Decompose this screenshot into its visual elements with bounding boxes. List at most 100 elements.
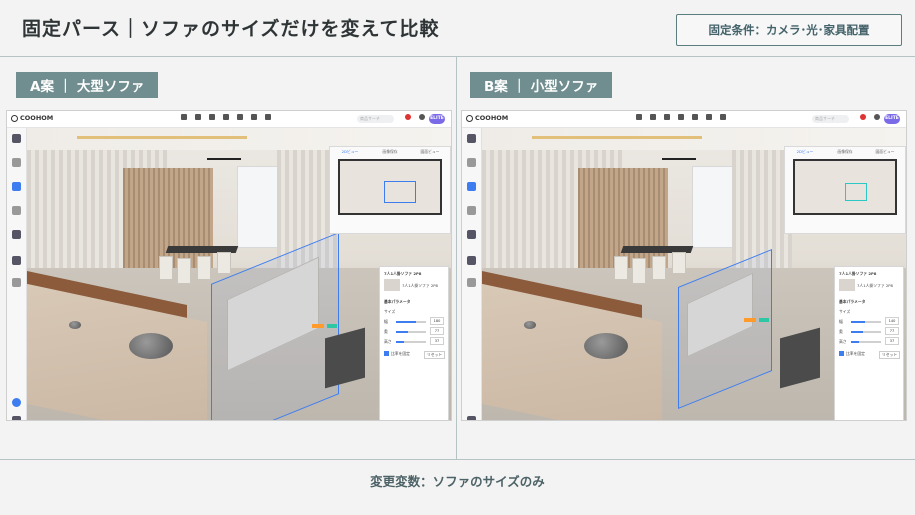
sidebar-gallery-icon[interactable] [12,278,21,287]
dining-chair [197,256,211,280]
panel-divider [456,57,457,459]
product-title: 7人1人掛ソファ 2P8 [384,271,422,276]
rotate-handle[interactable] [759,318,769,322]
dining-chair [672,252,686,274]
window [692,166,734,248]
sidebar-home-icon[interactable] [467,134,476,143]
file-tool-icon[interactable] [179,114,189,124]
measure-tool-icon[interactable] [690,114,700,124]
sidebar-assist-icon[interactable] [467,230,476,239]
height-input[interactable]: 37 [885,337,899,345]
width-input[interactable]: 180 [430,317,444,325]
sidebar-chat-icon[interactable] [12,398,21,407]
page-title: 固定パース｜ソファのサイズだけを変えて比較 [22,18,440,40]
tab-save-image[interactable]: 画像保存 [370,147,410,156]
footer-note: 変更変数：ソファのサイズのみ [370,473,545,489]
view-tool-icon[interactable] [704,114,714,124]
save-tool-icon[interactable] [648,114,658,124]
bowl-object [584,333,628,359]
search-input[interactable]: 商品サーチ [812,115,849,123]
depth-input[interactable]: 77 [430,327,444,335]
dining-chair [159,256,173,280]
search-input[interactable]: 商品サーチ [357,115,394,123]
sidebar-render-icon[interactable] [467,256,476,265]
floorplan-minimap[interactable]: 2Dビュー 画像保存 図面ビュー [784,146,906,234]
height-label: 高さ [839,339,847,344]
app-logo: COOHOM [11,114,53,122]
lock-ratio-checkbox[interactable] [839,351,844,356]
width-label: 幅 [384,319,388,324]
move-handle[interactable] [312,324,324,328]
sidebar-material-icon[interactable] [12,206,21,215]
dining-chair [632,258,646,284]
file-tool-icon[interactable] [634,114,644,124]
redo-tool-icon[interactable] [676,114,686,124]
plan-a-screenshot: COOHOM 商品サーチ ELITE 2Dビュー 画像保存 図面ビュー 7人1人… [6,110,452,421]
plan-a-label: A案 ｜ 大型ソファ [16,72,159,98]
sidebar-light-icon[interactable] [467,158,476,167]
depth-slider[interactable] [851,331,881,333]
sidebar-assist-icon[interactable] [12,230,21,239]
reset-button[interactable]: リセット [424,351,446,359]
height-slider[interactable] [396,341,426,343]
ceiling-light [662,158,696,160]
plan-b-screenshot: COOHOM 商品サーチ ELITE 2Dビュー 画像保存 図面ビュー 7人1人… [461,110,907,421]
section-label: 基本パラメータ [384,299,411,304]
undo-tool-icon[interactable] [662,114,672,124]
height-input[interactable]: 37 [430,337,444,345]
undo-tool-icon[interactable] [207,114,217,124]
save-tool-icon[interactable] [193,114,203,124]
lock-ratio-label: 比率を固定 [391,351,410,356]
elite-badge[interactable]: ELITE [884,114,900,124]
depth-slider[interactable] [396,331,426,333]
sidebar-home-icon[interactable] [12,134,21,143]
tools-tool-icon[interactable] [263,114,273,124]
logo-text: COOHOM [475,114,509,122]
sidebar-material-icon[interactable] [467,206,476,215]
properties-panel: 7人1人掛ソファ 2P8 7人1人掛ソファ 2P8 基本パラメータ サイズ 幅 … [834,266,904,420]
depth-input[interactable]: 77 [885,327,899,335]
sidebar-light-icon[interactable] [12,158,21,167]
measure-tool-icon[interactable] [235,114,245,124]
notification-icon[interactable] [403,114,413,124]
sidebar-render-icon[interactable] [12,256,21,265]
plan-sofa-highlight [845,183,867,201]
tools-tool-icon[interactable] [718,114,728,124]
sidebar-settings-icon[interactable] [12,416,21,420]
rotate-handle[interactable] [327,324,337,328]
reset-button[interactable]: リセット [879,351,901,359]
help-icon[interactable] [872,114,882,124]
3d-viewport[interactable]: 2Dビュー 画像保存 図面ビュー 7人1人掛ソファ 2P8 7人1人掛ソファ 2… [27,128,451,420]
tab-2d-view[interactable]: 2Dビュー [785,147,825,156]
width-slider[interactable] [396,321,426,323]
elite-badge[interactable]: ELITE [429,114,445,124]
depth-label: 奥 [384,329,388,334]
width-slider[interactable] [851,321,881,323]
floorplan-minimap[interactable]: 2Dビュー 画像保存 図面ビュー [329,146,451,234]
height-slider[interactable] [851,341,881,343]
sidebar-settings-icon[interactable] [467,416,476,420]
sidebar-model-icon[interactable] [12,182,21,191]
product-title: 7人1人掛ソファ 2P8 [839,271,877,276]
redo-tool-icon[interactable] [221,114,231,124]
size-label: サイズ [839,309,851,314]
window [237,166,279,248]
view-tool-icon[interactable] [249,114,259,124]
lock-ratio-label: 比率を固定 [846,351,865,356]
tab-2d-view[interactable]: 2Dビュー [330,147,370,156]
size-label: サイズ [384,309,396,314]
notification-icon[interactable] [858,114,868,124]
tab-plan-view[interactable]: 図面ビュー [865,147,905,156]
sidebar-gallery-icon[interactable] [467,278,476,287]
lock-ratio-checkbox[interactable] [384,351,389,356]
help-icon[interactable] [417,114,427,124]
ceiling-light [207,158,241,160]
sidebar-model-icon[interactable] [467,182,476,191]
3d-viewport[interactable]: 2Dビュー 画像保存 図面ビュー 7人1人掛ソファ 2P8 7人1人掛ソファ 2… [482,128,906,420]
tab-plan-view[interactable]: 図面ビュー [410,147,450,156]
tab-save-image[interactable]: 画像保存 [825,147,865,156]
plan-b-label: B案 ｜ 小型ソファ [470,72,613,98]
width-input[interactable]: 140 [885,317,899,325]
move-handle[interactable] [744,318,756,322]
bowl-object [129,333,173,359]
